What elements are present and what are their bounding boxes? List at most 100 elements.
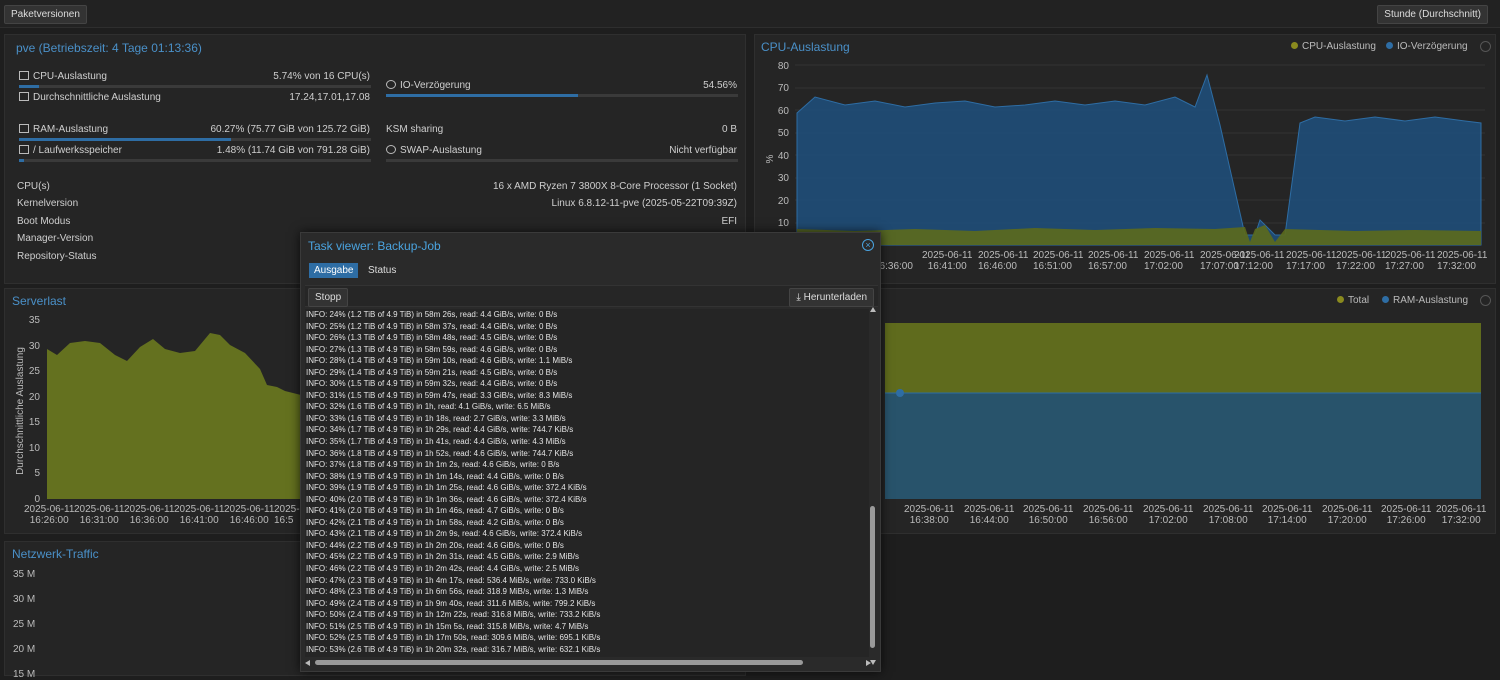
log-line: INFO: 27% (1.3 TiB of 4.9 TiB) in 58m 59… [306, 344, 558, 354]
log-line: INFO: 45% (2.2 TiB of 4.9 TiB) in 1h 2m … [306, 552, 579, 562]
log-line: INFO: 24% (1.2 TiB of 4.9 TiB) in 58m 26… [306, 310, 558, 319]
cpu-ytick: 20 [778, 196, 790, 207]
log-line: INFO: 40% (2.0 TiB of 4.9 TiB) in 1h 1m … [306, 494, 587, 504]
io-delay-bar [386, 94, 738, 97]
load-ytick: 25 [29, 366, 41, 377]
log-line: INFO: 28% (1.4 TiB of 4.9 TiB) in 59m 10… [306, 356, 573, 366]
cpu-ytick: 40 [778, 151, 790, 162]
refresh-icon [386, 145, 396, 154]
clock-icon [386, 80, 396, 89]
ram-xtick: 2025-06-11 17:32:00 [1436, 504, 1487, 526]
log-line: INFO: 38% (1.9 TiB of 4.9 TiB) in 1h 1m … [306, 471, 564, 481]
boot-mode-value: EFI [721, 216, 737, 227]
cpu-usage-label: CPU-Auslastung [19, 71, 107, 82]
log-line: INFO: 37% (1.8 TiB of 4.9 TiB) in 1h 1m … [306, 460, 560, 470]
load-xtick: 2025-06-11 16:36:00 [124, 504, 175, 526]
cpu-ytick: 50 [778, 128, 790, 139]
load-ytick: 15 [29, 417, 41, 428]
log-vertical-scrollbar[interactable] [869, 307, 877, 665]
net-ytick: 20 M [13, 644, 36, 655]
ram-usage-bar [19, 138, 371, 141]
ram-xtick: 2025-06-11 17:02:00 [1143, 504, 1194, 526]
download-button[interactable]: ⤓ Herunterladen [789, 288, 874, 307]
log-line: INFO: 43% (2.1 TiB of 4.9 TiB) in 1h 2m … [306, 529, 583, 539]
cpu-ytick: 80 [778, 61, 790, 72]
ksm-sharing-value: 0 B [721, 124, 737, 135]
load-xtick: 2025-06-11 16:46:00 [224, 504, 275, 526]
log-line: INFO: 44% (2.2 TiB of 4.9 TiB) in 1h 2m … [306, 540, 564, 550]
boot-mode-label: Boot Modus [17, 216, 71, 227]
ram-usage-area [885, 393, 1481, 499]
io-delay-value: 54.56% [703, 80, 737, 91]
cpu-xtick: 2025-06-11 16:46:00 [978, 250, 1029, 272]
cpu-ytick: 60 [778, 106, 790, 117]
ram-usage-label: RAM-Auslastung [19, 124, 108, 135]
log-horizontal-thumb[interactable] [315, 660, 803, 665]
kernel-version-value: Linux 6.8.12-11-pve (2025-05-22T09:39Z) [551, 198, 737, 209]
net-ytick: 25 M [13, 619, 36, 630]
cpus-value: 16 x AMD Ryzen 7 3800X 8-Core Processor … [493, 181, 737, 192]
task-viewer-window[interactable]: Task viewer: Backup-Job × Ausgabe Status… [300, 232, 881, 672]
disk-usage-value: 1.48% (11.74 GiB von 791.28 GiB) [216, 145, 370, 156]
log-line: INFO: 34% (1.7 TiB of 4.9 TiB) in 1h 29s… [306, 425, 574, 435]
summary-title: pve (Betriebszeit: 4 Tage 01:13:36) [16, 41, 202, 55]
net-ytick: 30 M [13, 594, 36, 605]
scroll-right-icon[interactable] [866, 660, 871, 666]
log-line: INFO: 25% (1.2 TiB of 4.9 TiB) in 58m 37… [306, 321, 558, 331]
scroll-up-icon[interactable] [870, 307, 876, 312]
log-line: INFO: 50% (2.4 TiB of 4.9 TiB) in 1h 12m… [306, 610, 601, 620]
kernel-version-label: Kernelversion [17, 198, 79, 209]
cpus-label: CPU(s) [17, 181, 50, 192]
ram-usage-value: 60.27% (75.77 GiB von 125.72 GiB) [210, 124, 370, 135]
timeframe-select[interactable]: Stunde (Durchschnitt) [1377, 5, 1488, 24]
log-line: INFO: 33% (1.6 TiB of 4.9 TiB) in 1h 18s… [306, 413, 566, 423]
ram-xtick: 2025-06-11 16:38:00 [904, 504, 955, 526]
log-horizontal-scrollbar[interactable] [305, 659, 871, 667]
log-vertical-thumb[interactable] [870, 506, 875, 648]
cpu-xtick: 2025-06-11 16:41:00 [922, 250, 973, 272]
net-ytick: 35 M [13, 569, 36, 580]
task-viewer-title: Task viewer: Backup-Job [308, 239, 441, 253]
disk-usage-bar [19, 159, 371, 162]
ram-total-area [885, 323, 1481, 393]
log-line: INFO: 36% (1.8 TiB of 4.9 TiB) in 1h 52s… [306, 448, 574, 458]
task-log-output[interactable]: INFO: 24% (1.2 TiB of 4.9 TiB) in 58m 26… [305, 309, 869, 657]
ram-xtick: 2025-06-11 16:44:00 [964, 504, 1015, 526]
swap-usage-label: SWAP-Auslastung [386, 145, 482, 156]
load-xtick: 2025-06-11 16:31:00 [74, 504, 125, 526]
load-area [47, 333, 301, 499]
package-versions-button[interactable]: Paketversionen [4, 5, 87, 24]
ram-xtick: 2025-06-11 17:14:00 [1262, 504, 1313, 526]
log-line: INFO: 32% (1.6 TiB of 4.9 TiB) in 1h, re… [306, 402, 551, 412]
io-delay-label: IO-Verzögerung [386, 80, 471, 91]
cpu-xtick: 2025-06-11 17:17:00 [1286, 250, 1337, 272]
ram-xtick: 2025-06-11 16:56:00 [1083, 504, 1134, 526]
load-ylabel: Durchschnittliche Auslastung [15, 347, 26, 475]
log-line: INFO: 30% (1.5 TiB of 4.9 TiB) in 59m 32… [306, 379, 558, 389]
top-toolbar: Paketversionen Stunde (Durchschnitt) [0, 0, 1500, 28]
load-xtick: 2025-06-11 16:41:00 [174, 504, 225, 526]
log-line: INFO: 29% (1.4 TiB of 4.9 TiB) in 59m 21… [306, 367, 558, 377]
load-xtick: 2025-06-11 16:26:00 [24, 504, 75, 526]
tab-status[interactable]: Status [363, 263, 401, 278]
swap-usage-bar [386, 159, 738, 162]
ram-xtick: 2025-06-11 17:26:00 [1381, 504, 1432, 526]
log-line: INFO: 47% (2.3 TiB of 4.9 TiB) in 1h 4m … [306, 575, 596, 585]
download-icon: ⤓ [796, 292, 804, 303]
load-xtick: 2025-06-1116:5 [274, 504, 300, 526]
cpu-ytick: 70 [778, 83, 790, 94]
log-line: INFO: 26% (1.3 TiB of 4.9 TiB) in 58m 48… [306, 333, 558, 343]
log-line: INFO: 41% (2.0 TiB of 4.9 TiB) in 1h 1m … [306, 506, 564, 516]
cpu-xtick: 2025-06-11 17:02:00 [1144, 250, 1195, 272]
cpu-y-ticks: 80 70 60 50 40 30 20 10 [778, 61, 790, 229]
load-ytick: 20 [29, 392, 41, 403]
close-icon[interactable]: × [862, 239, 874, 251]
ram-xtick: 2025-06-11 17:20:00 [1322, 504, 1373, 526]
cpu-io-area [796, 73, 1482, 246]
load-ytick: 5 [34, 468, 40, 479]
tab-output[interactable]: Ausgabe [309, 263, 359, 278]
scroll-left-icon[interactable] [305, 660, 310, 666]
stop-button[interactable]: Stopp [308, 288, 349, 307]
manager-version-label: Manager-Version [17, 233, 94, 244]
memory-icon [19, 124, 29, 133]
